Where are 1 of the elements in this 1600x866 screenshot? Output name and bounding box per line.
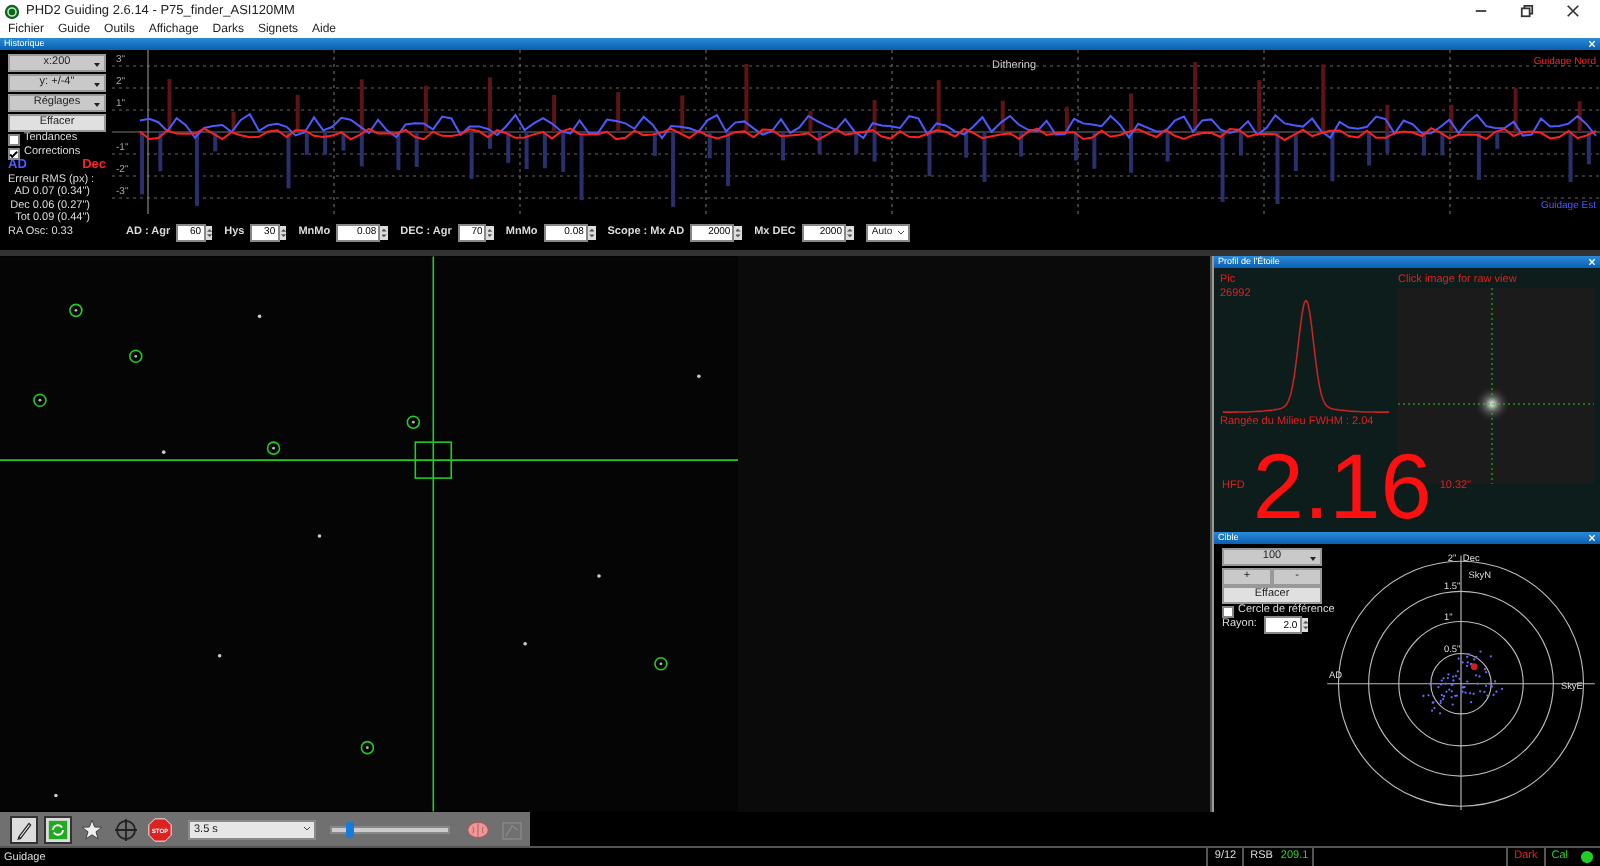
hfd-value: 2.16 (1252, 444, 1432, 529)
